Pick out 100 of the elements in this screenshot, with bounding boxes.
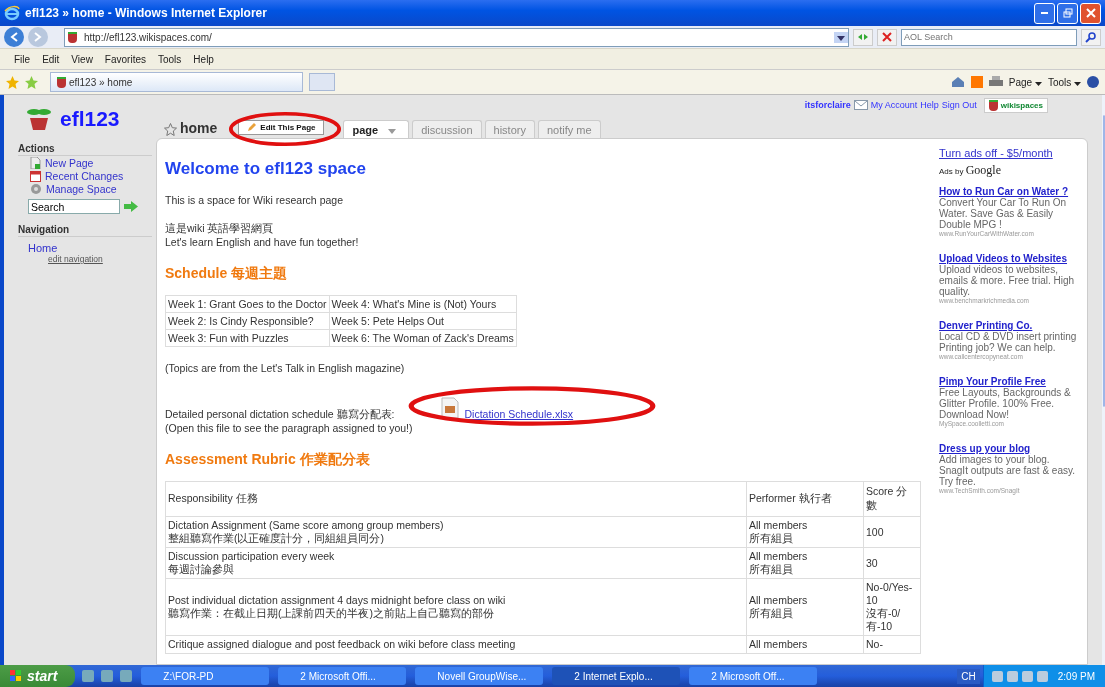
caret-icon[interactable] [1034, 81, 1042, 86]
sidebar-link[interactable]: Recent Changes [45, 170, 124, 182]
menu-item[interactable]: Tools [158, 53, 182, 65]
start-button[interactable]: start [0, 665, 76, 687]
minimize-icon [1041, 12, 1048, 14]
ad-title-link[interactable]: Dress up your blog [939, 443, 1077, 454]
favorites-star-icon[interactable] [6, 75, 19, 89]
table-cell: Week 3: Fun with Puzzles [165, 329, 330, 347]
quick-launch-icon[interactable] [120, 670, 133, 682]
stop-button[interactable] [877, 28, 897, 46]
wiki-search-field[interactable]: Search [28, 199, 120, 214]
sidebar-link[interactable]: Manage Space [46, 183, 117, 195]
minimize-button[interactable] [1034, 2, 1055, 24]
ad-title-link[interactable]: How to Run Car on Water ? [939, 186, 1077, 197]
browser-logo-icon [4, 5, 20, 21]
ad-title-link[interactable]: Denver Printing Co. [939, 320, 1077, 331]
quick-launch-icon[interactable] [101, 670, 114, 682]
table-cell-text: 沒有-0/有-10 [866, 607, 902, 633]
tray-icon[interactable] [991, 670, 1003, 682]
table-cell-text: Dictation Assignment (Same score among group members) [168, 519, 445, 532]
dropdown-button[interactable] [834, 31, 848, 43]
tray-icon[interactable] [1006, 670, 1018, 682]
search-button[interactable] [1081, 28, 1101, 46]
ad-text: Convert Your Car To Run On Water. Save Gas & Easily Double MPG ! [939, 197, 1068, 230]
stop-icon [882, 32, 892, 42]
add-favorite-icon[interactable] [25, 75, 38, 89]
table-cell: Week 2: Is Cindy Responsible? [165, 312, 330, 330]
star-outline-icon[interactable] [164, 123, 177, 138]
account-link[interactable]: Help [920, 100, 939, 110]
menu-item[interactable]: File [14, 53, 31, 65]
ad-title-link[interactable]: Pimp Your Profile Free [939, 376, 1077, 387]
quick-launch-icon[interactable] [82, 670, 95, 682]
envelope-icon[interactable] [853, 100, 868, 110]
menu-item[interactable]: View [71, 53, 93, 65]
go-arrow-icon[interactable] [124, 201, 138, 212]
calendar-icon [30, 170, 41, 182]
address-field[interactable]: http://efl123.wikispaces.com/ [64, 27, 849, 47]
tray-icon[interactable] [1036, 670, 1048, 682]
ad-title-link[interactable]: Upload Videos to Websites [939, 253, 1077, 264]
close-icon [1085, 8, 1096, 18]
edit-navigation-link[interactable]: edit navigation [18, 254, 152, 264]
caret-icon [837, 35, 845, 41]
home-icon[interactable] [950, 76, 965, 88]
account-link[interactable]: My Account [870, 100, 918, 110]
ad-text: Add images to your blog. SnagIt outputs are fast & easy. Try free. [939, 454, 1076, 487]
tray-icon[interactable] [1021, 670, 1033, 682]
new-page-icon [30, 157, 41, 169]
menu-item[interactable]: Edit [42, 53, 60, 65]
menu-item[interactable]: Help [193, 53, 214, 65]
section-heading: Assessment Rubric 作業配分表 [165, 451, 371, 469]
table-cell-text: All members [749, 519, 809, 532]
paragraph: Let's learn English and have fun together! [165, 235, 360, 249]
table-cell-text: 所有組員 [749, 532, 794, 545]
browser-tab[interactable]: efl123 » home [50, 72, 303, 92]
close-button[interactable] [1080, 2, 1101, 24]
table-cell-text: No- [866, 638, 884, 651]
forward-button[interactable] [28, 27, 48, 47]
scrollbar[interactable] [1102, 95, 1105, 665]
back-button[interactable] [4, 27, 24, 47]
section-heading: Actions [18, 143, 152, 156]
column-header: Responsibility 任務 [165, 481, 747, 517]
username-link[interactable]: itsforclaire [804, 100, 851, 110]
new-tab-button[interactable] [309, 73, 335, 91]
restore-button[interactable] [1057, 2, 1078, 24]
taskbar-button[interactable]: 2 Microsoft Off... [689, 667, 818, 685]
spreadsheet-file-icon[interactable] [440, 397, 459, 419]
sidebar-link[interactable]: New Page [45, 157, 94, 169]
site-logo[interactable]: efl123 [60, 107, 120, 131]
plant-icon [68, 31, 77, 43]
taskbar-button[interactable]: Novell GroupWise... [415, 667, 544, 685]
window-title: efl123 » home - Windows Internet Explorer [25, 6, 268, 20]
account-link[interactable]: Sign Out [941, 100, 977, 110]
scrollbar-thumb[interactable] [1103, 115, 1105, 407]
command-button[interactable]: Page [1008, 76, 1042, 88]
table-cell-text: 所有組員 [749, 563, 794, 576]
menu-item[interactable]: Favorites [104, 53, 146, 65]
taskbar-button[interactable]: Z:\FOR-PD [141, 667, 270, 685]
wikispaces-badge[interactable]: wikispaces [983, 97, 1048, 113]
taskbar-button[interactable]: 2 Microsoft Offi... [278, 667, 407, 685]
refresh-button[interactable] [853, 28, 873, 46]
caret-icon[interactable] [1074, 81, 1081, 86]
paragraph: (Topics are from the Let's Talk in English magazine) [165, 361, 406, 375]
page-tab[interactable]: page [343, 120, 410, 138]
table-cell-text: 每週討論參與 [168, 563, 235, 576]
search-field[interactable]: AOL Search [901, 28, 1077, 46]
table-cell: Week 6: The Woman of Zack's Dreams [329, 329, 517, 347]
command-button[interactable]: Tools [1047, 76, 1081, 88]
page-heading: Welcome to efl123 space [165, 159, 367, 179]
language-indicator[interactable]: CH [957, 668, 980, 684]
table-cell-text: 100 [866, 525, 885, 539]
edit-page-button[interactable]: Edit This Page [238, 120, 325, 135]
column-header: Score 分數 [863, 481, 921, 517]
paragraph: 這是wiki 英語學習網頁 [165, 221, 275, 235]
printer-icon[interactable] [988, 76, 1003, 88]
taskbar-button[interactable]: 2 Internet Explo... [552, 667, 681, 685]
search-icon [1085, 31, 1097, 43]
sidebar-link[interactable]: Home [18, 242, 152, 254]
table-cell-text: All members [749, 594, 809, 607]
turn-ads-off-link[interactable]: Turn ads off - $5/month [939, 147, 1077, 159]
file-link[interactable]: Dictation Schedule.xlsx [464, 407, 574, 421]
